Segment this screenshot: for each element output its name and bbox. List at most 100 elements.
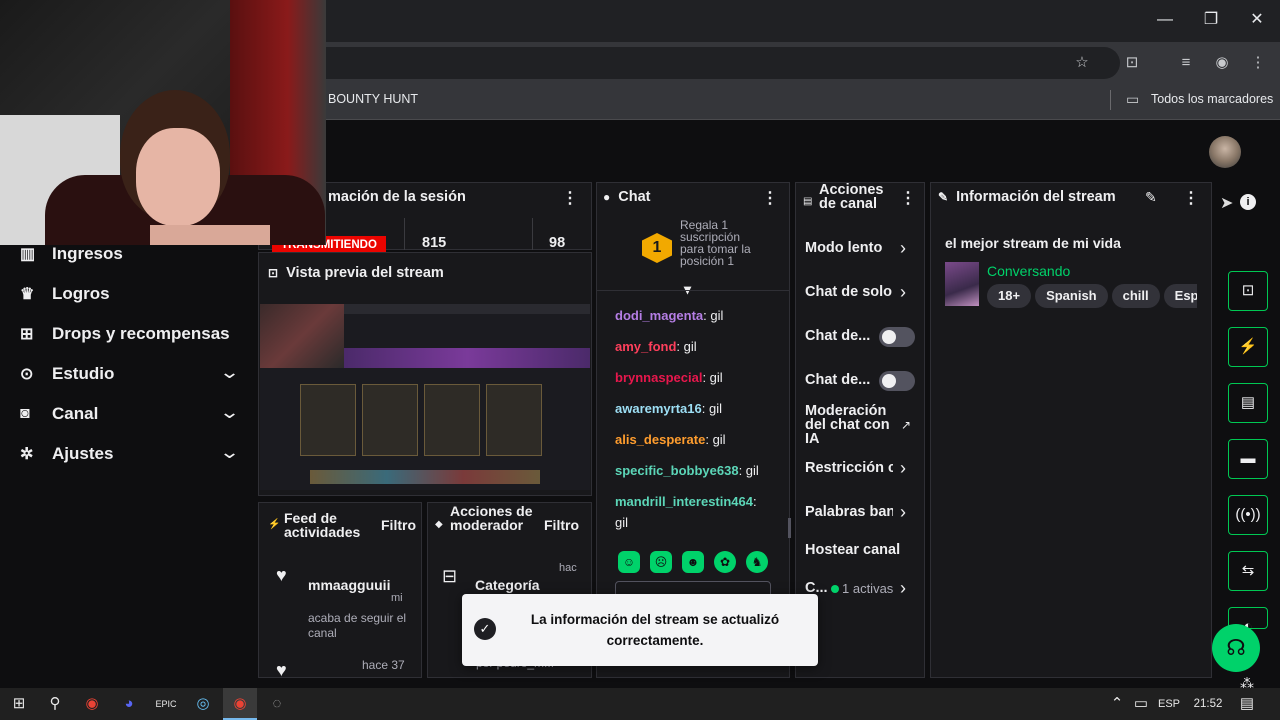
screenshot-icon[interactable]: ⊡ xyxy=(1121,53,1143,73)
mod-action-category: Categoría xyxy=(475,577,540,593)
chat-toggle-1[interactable] xyxy=(879,327,915,347)
category-link[interactable]: Conversando xyxy=(987,263,1070,279)
emote-icon[interactable]: ☻ xyxy=(682,551,704,573)
steam-icon[interactable]: ◎ xyxy=(186,688,220,720)
chat-bubble-icon: ● xyxy=(603,190,611,204)
preview-webcam-thumb xyxy=(260,304,344,368)
emote-icon[interactable]: ♞ xyxy=(746,551,768,573)
sidebar-item-logros[interactable]: ♛ Logros xyxy=(20,278,245,310)
tag[interactable]: chill xyxy=(1111,284,1160,308)
folder-icon: ▭ xyxy=(1126,91,1140,107)
clock[interactable]: 21:52 xyxy=(1188,688,1228,720)
chrome-active-icon[interactable]: ◉ xyxy=(223,688,257,720)
chat-toggle-2[interactable] xyxy=(879,371,915,391)
camera-icon: ◙ xyxy=(20,405,30,422)
bookmarks-divider xyxy=(1110,90,1111,110)
mod-filter-button[interactable]: Filtro xyxy=(544,517,579,533)
feed-username[interactable]: mmaagguuii xyxy=(308,577,390,593)
preview-card xyxy=(362,384,418,456)
chrome-icon[interactable]: ◉ xyxy=(75,688,109,720)
chat-username[interactable]: awaremyrta16 xyxy=(615,401,702,416)
host-channel-item[interactable]: Hostear canal xyxy=(805,543,915,558)
tag[interactable]: Spanish xyxy=(1035,284,1108,308)
browser-menu-icon[interactable]: ⋮ xyxy=(1247,53,1269,73)
chat-username[interactable]: mandrill_interestin464 xyxy=(615,494,753,509)
stream-info-header: ✎ Información del stream xyxy=(938,189,1116,205)
ai-moderation-item[interactable]: Moderación del chat con IA xyxy=(805,404,895,447)
emote-icon[interactable]: ☹ xyxy=(650,551,672,573)
clip-button[interactable]: ⊡ xyxy=(1228,271,1268,311)
emote-icon[interactable]: ✿ xyxy=(714,551,736,573)
epic-games-icon[interactable]: EPIC xyxy=(149,688,183,720)
feed-filter-button[interactable]: Filtro xyxy=(381,517,416,533)
tag[interactable]: Españo xyxy=(1163,284,1197,308)
chat-button[interactable]: ▬ xyxy=(1228,439,1268,479)
feed-bolt-icon: ⚡ xyxy=(268,519,281,530)
check-circle-icon: ✓ xyxy=(474,618,496,640)
chat-scrollbar[interactable] xyxy=(788,518,791,538)
stream-title: el mejor stream de mi vida xyxy=(945,235,1121,251)
preview-icon: ⊡ xyxy=(268,266,279,280)
tag[interactable]: 18+ xyxy=(987,284,1032,308)
profile-icon[interactable]: ◉ xyxy=(1211,53,1233,73)
minimize-button[interactable]: — xyxy=(1151,8,1179,32)
webcam-face xyxy=(136,128,220,226)
chat-text: : gil xyxy=(703,308,724,323)
bookmark-star-icon[interactable]: ☆ xyxy=(1071,53,1093,73)
chevron-right-icon: › xyxy=(900,578,906,598)
edit-pencil-icon[interactable]: ✎ xyxy=(1145,189,1157,206)
sidebar-item-label: Logros xyxy=(52,284,110,303)
gear-icon: ✲ xyxy=(20,446,34,463)
stream-preview-header: ⊡ Vista previa del stream xyxy=(268,265,444,281)
chat-username[interactable]: amy_fond xyxy=(615,339,676,354)
webcam-shoulders xyxy=(150,225,270,245)
sidebar-item-estudio[interactable]: ⊙ Estudio ⌄ xyxy=(20,358,245,390)
close-window-button[interactable]: ✕ xyxy=(1243,8,1271,32)
feed-time-2: hace 37 xyxy=(362,658,405,672)
studio-icon: ⊙ xyxy=(20,366,34,383)
search-icon[interactable]: ⚲ xyxy=(38,688,72,720)
restriction-item[interactable]: Restricción c xyxy=(805,461,893,476)
user-avatar[interactable] xyxy=(1209,136,1241,168)
chevron-right-icon: › xyxy=(900,502,906,522)
stat-divider-2 xyxy=(532,218,533,250)
notifications-icon[interactable]: ▤ xyxy=(1230,688,1264,720)
obs-icon[interactable]: ◌ xyxy=(260,688,294,720)
ad-button[interactable]: ⚡ xyxy=(1228,327,1268,367)
mod-actions-title: Acciones de moderador xyxy=(450,503,533,533)
all-bookmarks[interactable]: Todos los marcadores xyxy=(1151,92,1273,106)
windows-start-icon[interactable]: ⊞ xyxy=(2,688,36,720)
chat-username[interactable]: brynnaspecial xyxy=(615,370,702,385)
support-headset-icon[interactable]: ☊ xyxy=(1212,624,1260,672)
media-control-icon[interactable]: ≡ xyxy=(1175,53,1197,73)
followers-stat: 98 xyxy=(549,235,566,251)
sidebar-item-ajustes[interactable]: ✲ Ajustes ⌄ xyxy=(20,438,245,470)
info-icon[interactable]: i xyxy=(1240,194,1256,210)
language-indicator[interactable]: ESP xyxy=(1152,688,1186,720)
address-bar[interactable] xyxy=(300,47,1120,79)
emote-icon[interactable]: ☺ xyxy=(618,551,640,573)
banned-words-item[interactable]: Palabras ban xyxy=(805,505,893,520)
chat-username[interactable]: alis_desperate xyxy=(615,432,705,447)
bookmark-bounty-hunt[interactable]: BOUNTY HUNT xyxy=(328,92,418,106)
sidebar-item-drops[interactable]: ⊞ Drops y recompensas xyxy=(20,318,245,350)
preview-browser-bar xyxy=(344,304,590,314)
chat-username[interactable]: dodi_magenta xyxy=(615,308,703,323)
slow-mode-item[interactable]: Modo lento xyxy=(805,241,915,256)
session-title: mación de la sesión xyxy=(328,189,466,205)
stream-preview-video[interactable] xyxy=(260,304,590,490)
chat-username[interactable]: specific_bobbye638 xyxy=(615,463,739,478)
category-box-art xyxy=(945,262,979,306)
viewers-stat: 815 xyxy=(422,235,447,251)
restore-button[interactable]: ❐ xyxy=(1197,8,1225,32)
raid-button[interactable]: ⇆ xyxy=(1228,551,1268,591)
broadcast-button[interactable]: ((•)) xyxy=(1228,495,1268,535)
sidebar-item-canal[interactable]: ◙ Canal ⌄ xyxy=(20,398,245,430)
discord-icon[interactable]: ◕ xyxy=(112,688,146,720)
feed-time: mi xyxy=(391,592,403,604)
list-icon: ▤ xyxy=(803,196,813,207)
chat-solo-item[interactable]: Chat de solo xyxy=(805,285,915,300)
chat-message: brynnaspecial: gil xyxy=(615,370,785,386)
notes-button[interactable]: ▤ xyxy=(1228,383,1268,423)
sidebar-item-label: Estudio xyxy=(52,364,115,383)
